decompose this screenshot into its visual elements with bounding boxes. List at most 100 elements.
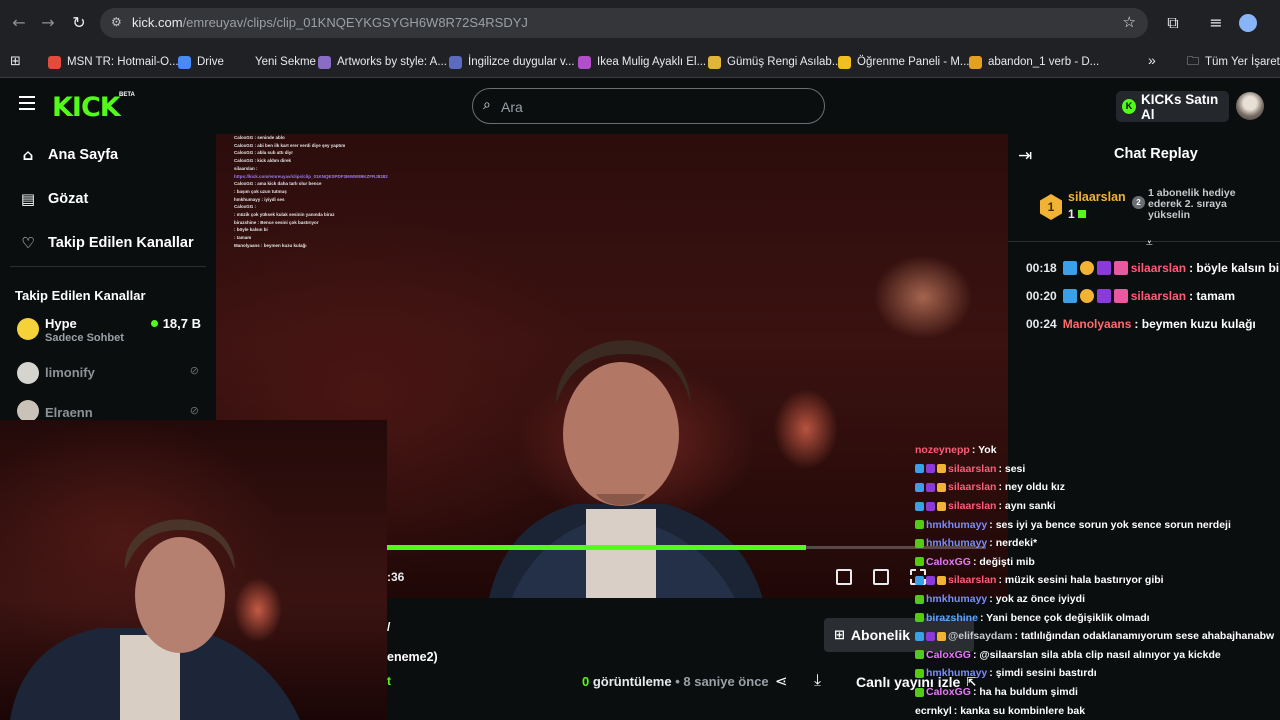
overlay-chat-line: hmkhumayy : yok az önce iyiydi xyxy=(915,590,1280,609)
bookmark-item[interactable]: Öğrenme Paneli - M... xyxy=(838,53,969,71)
stream-chat-line: CaloxGG : xyxy=(234,204,257,210)
pinned-count: 1 xyxy=(1068,207,1087,221)
overlay-chat-username: silaarslan xyxy=(948,500,997,513)
bookmark-item[interactable]: abandon_1 verb - D... xyxy=(969,53,1099,71)
sub-badge-icon xyxy=(1096,261,1111,275)
bookmark-item[interactable]: MSN TR: Hotmail-O... xyxy=(48,53,179,71)
chat-text: : tamam xyxy=(1189,289,1236,303)
media-control-icon[interactable]: ≡ xyxy=(1205,12,1227,34)
search-input[interactable]: ⌕ Ara xyxy=(472,88,825,124)
verified-badge-icon xyxy=(1062,289,1077,303)
viewer-count: 18,7 B xyxy=(150,316,201,331)
kick-logo[interactable]: KICK xyxy=(52,92,121,123)
chat-message: 00:20 silaarslan: tamam xyxy=(1026,289,1235,303)
overlay-chat-line: silaarslan : aynı sanki xyxy=(915,497,1280,516)
gift-badge-icon xyxy=(915,613,924,623)
site-header: KICK BETA ⌕ Ara K KICKs Satın Al xyxy=(0,78,1280,134)
nav-browse[interactable]: ▤ Gözat xyxy=(20,191,88,207)
chat-message: 00:18 silaarslan: böyle kalsın bi xyxy=(1026,261,1279,275)
extensions-icon[interactable]: ⧉ xyxy=(1162,12,1184,34)
gifter-badge-icon xyxy=(1079,261,1094,275)
nav-following[interactable]: ♡ Takip Edilen Kanallar xyxy=(20,234,193,252)
overlay-chat-text: : ney oldu kız xyxy=(998,481,1065,494)
chat-username[interactable]: silaarslan xyxy=(1131,261,1186,275)
overlay-chat-username: birazshine xyxy=(926,611,978,624)
search-placeholder: Ara xyxy=(501,99,523,115)
menu-icon[interactable] xyxy=(19,96,35,110)
sub-badge-icon xyxy=(926,631,935,641)
forward-icon[interactable]: → xyxy=(37,12,59,34)
overlay-chat-line: birazshine : Yani bence çok değişiklik o… xyxy=(915,608,1280,627)
bookmark-item[interactable]: Artworks by style: A... xyxy=(318,53,447,71)
clip-meta-fragment: / xyxy=(387,620,391,634)
buy-kicks-button[interactable]: K KICKs Satın Al xyxy=(1116,91,1229,122)
gift-badge-icon xyxy=(915,538,924,548)
gifter-badge-icon xyxy=(937,501,946,511)
bookmark-favicon-icon xyxy=(578,55,591,69)
overlay-chat-text: : Yani bence çok değişiklik olmadı xyxy=(979,611,1150,624)
gift-badge-icon xyxy=(915,594,924,604)
bookmark-item[interactable]: Ikea Mulig Ayaklı El... xyxy=(578,53,706,71)
bookmark-item[interactable]: Yeni Sekme xyxy=(236,53,316,71)
sub-badge-icon xyxy=(926,575,935,585)
overlay-chat-text: : nerdeki* xyxy=(989,537,1038,550)
nav-home[interactable]: ⌂ Ana Sayfa xyxy=(20,147,119,163)
bookmark-label: Drive xyxy=(197,56,224,68)
chat-username[interactable]: Manolyaans xyxy=(1063,317,1132,331)
back-icon[interactable]: ← xyxy=(8,12,30,34)
avatar xyxy=(17,318,39,340)
sub-badge-icon xyxy=(926,501,935,511)
overlay-chat-username: CaloxGG xyxy=(926,648,971,661)
overlay-chat-username: silaarslan xyxy=(948,462,997,475)
heart-icon: ♡ xyxy=(21,234,35,252)
all-bookmarks-folder[interactable]: 🗀 Tüm Yer İşaretleri xyxy=(1187,53,1280,71)
profile-avatar[interactable] xyxy=(1239,14,1257,32)
address-bar[interactable]: ⚙ kick.com/emreuyav/clips/clip_01KNQEYKG… xyxy=(100,8,1148,38)
gifter-badge-icon xyxy=(937,464,946,474)
verified-badge-icon xyxy=(1062,261,1077,275)
bookmark-favicon-icon xyxy=(178,55,191,69)
gift-icon: ⊞ xyxy=(834,627,845,643)
site-settings-icon[interactable]: ⚙ xyxy=(111,15,122,29)
overlay-chat-username: hmkhumayy xyxy=(926,537,988,550)
share-icon[interactable]: ⋖ xyxy=(775,672,788,690)
overlay-chat-username: CaloxGG xyxy=(926,686,971,699)
collapse-chat-icon[interactable]: ⇥ xyxy=(1018,146,1032,166)
overlay-chat-text: : yok az önce iyiydi xyxy=(989,593,1085,606)
bookmark-star-icon[interactable]: ☆ xyxy=(1123,13,1136,31)
more-bookmarks-icon[interactable]: » xyxy=(1148,52,1156,68)
next-rank-badge: 2 xyxy=(1132,196,1145,209)
apps-grid-icon[interactable]: ⊞ xyxy=(10,54,21,69)
bookmark-item[interactable]: Drive xyxy=(178,53,224,71)
overlay-chat-line: @elifsaydam : tatlılığından odaklanamıyo… xyxy=(915,627,1280,646)
bookmark-favicon-icon xyxy=(236,55,249,69)
url-text: kick.com/emreuyav/clips/clip_01KNQEYKGSY… xyxy=(132,15,528,30)
overlay-chat-username: silaarslan xyxy=(948,481,997,494)
gift-badge-icon xyxy=(915,557,924,567)
pinned-user[interactable]: silaarslan xyxy=(1068,190,1126,204)
bookmark-item[interactable]: Gümüş Rengi Asılab... xyxy=(708,53,841,71)
beta-label: BETA xyxy=(119,92,135,98)
channel-link-fragment[interactable]: t xyxy=(387,674,391,688)
overlay-chat-username: hmkhumayy xyxy=(926,593,988,606)
overlay-chat-text: : şimdi sesini bastırdı xyxy=(989,667,1097,680)
download-icon[interactable]: ⤓ xyxy=(814,670,821,690)
chat-username[interactable]: silaarslan xyxy=(1131,289,1186,303)
stream-chat-line: : müzik çok yüksek kulak sesinin yanında… xyxy=(234,212,335,218)
theater-mode-icon[interactable] xyxy=(873,569,889,585)
bookmark-label: Yeni Sekme xyxy=(255,56,316,68)
overlay-chat-text: : değişti mib xyxy=(972,555,1035,568)
channel-item-limonify[interactable]: limonify ⊘ xyxy=(15,360,205,394)
pip-icon[interactable] xyxy=(836,569,852,585)
overlay-chat-username: @elifsaydam xyxy=(948,630,1013,643)
browser-toolbar: ← → ↻ ⚙ kick.com/emreuyav/clips/clip_01K… xyxy=(0,0,1280,46)
user-avatar[interactable] xyxy=(1236,92,1264,120)
overlay-chat-text: : ses iyi ya bence sorun yok sence sorun… xyxy=(989,518,1231,531)
bookmark-label: İngilizce duygular v... xyxy=(468,56,575,68)
expand-icon[interactable]: ⩡ xyxy=(1146,236,1153,251)
reload-icon[interactable]: ↻ xyxy=(68,12,90,34)
bookmark-item[interactable]: İngilizce duygular v... xyxy=(449,53,575,71)
bookmark-favicon-icon xyxy=(318,55,331,69)
channel-item-hype[interactable]: Hype Sadece Sohbet 18,7 B xyxy=(15,314,205,348)
progress-fill[interactable] xyxy=(387,545,806,550)
